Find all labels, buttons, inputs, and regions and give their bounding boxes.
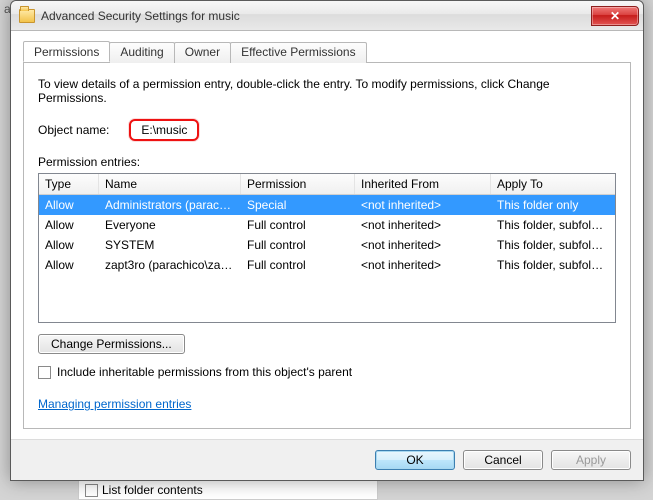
- permission-entries-label: Permission entries:: [38, 155, 616, 169]
- tab-owner[interactable]: Owner: [174, 42, 231, 63]
- tab-effective-permissions[interactable]: Effective Permissions: [230, 42, 367, 63]
- close-button[interactable]: ✕: [591, 6, 639, 26]
- col-inherited-from[interactable]: Inherited From: [355, 174, 491, 194]
- object-name-label: Object name:: [38, 123, 109, 137]
- include-inheritable-checkbox[interactable]: [38, 366, 51, 379]
- bg-list-label: List folder contents: [102, 483, 203, 497]
- tab-permissions[interactable]: Permissions: [23, 41, 110, 62]
- col-type[interactable]: Type: [39, 174, 99, 194]
- instructions-text: To view details of a permission entry, d…: [38, 77, 616, 105]
- tab-panel: To view details of a permission entry, d…: [23, 63, 631, 429]
- advanced-security-dialog: Advanced Security Settings for music ✕ P…: [10, 0, 644, 481]
- tabstrip: Permissions Auditing Owner Effective Per…: [23, 41, 631, 63]
- table-row[interactable]: Allow zapt3ro (parachico\zapt3ro) Full c…: [39, 255, 615, 275]
- tab-auditing[interactable]: Auditing: [109, 42, 174, 63]
- include-inheritable-label: Include inheritable permissions from thi…: [57, 365, 352, 379]
- permission-entries-list[interactable]: Type Name Permission Inherited From Appl…: [38, 173, 616, 323]
- folder-icon: [19, 9, 35, 23]
- table-row[interactable]: Allow Everyone Full control <not inherit…: [39, 215, 615, 235]
- ok-button[interactable]: OK: [375, 450, 455, 470]
- apply-button[interactable]: Apply: [551, 450, 631, 470]
- dialog-footer: OK Cancel Apply: [11, 439, 643, 480]
- change-permissions-button[interactable]: Change Permissions...: [38, 334, 185, 354]
- list-body: Allow Administrators (parachico... Speci…: [39, 195, 615, 322]
- col-apply-to[interactable]: Apply To: [491, 174, 615, 194]
- include-inheritable-row: Include inheritable permissions from thi…: [38, 365, 616, 379]
- close-icon: ✕: [610, 9, 620, 23]
- col-permission[interactable]: Permission: [241, 174, 355, 194]
- checkbox-icon: [85, 484, 98, 497]
- table-row[interactable]: Allow Administrators (parachico... Speci…: [39, 195, 615, 215]
- titlebar[interactable]: Advanced Security Settings for music ✕: [11, 1, 643, 31]
- background-item: List folder contents: [78, 480, 378, 500]
- object-name-row: Object name: E:\music: [38, 119, 616, 141]
- col-name[interactable]: Name: [99, 174, 241, 194]
- cancel-button[interactable]: Cancel: [463, 450, 543, 470]
- window-title: Advanced Security Settings for music: [41, 9, 240, 23]
- managing-permissions-link[interactable]: Managing permission entries: [38, 397, 191, 411]
- client-area: Permissions Auditing Owner Effective Per…: [11, 31, 643, 439]
- object-name-value: E:\music: [129, 119, 199, 141]
- table-row[interactable]: Allow SYSTEM Full control <not inherited…: [39, 235, 615, 255]
- list-header[interactable]: Type Name Permission Inherited From Appl…: [39, 174, 615, 195]
